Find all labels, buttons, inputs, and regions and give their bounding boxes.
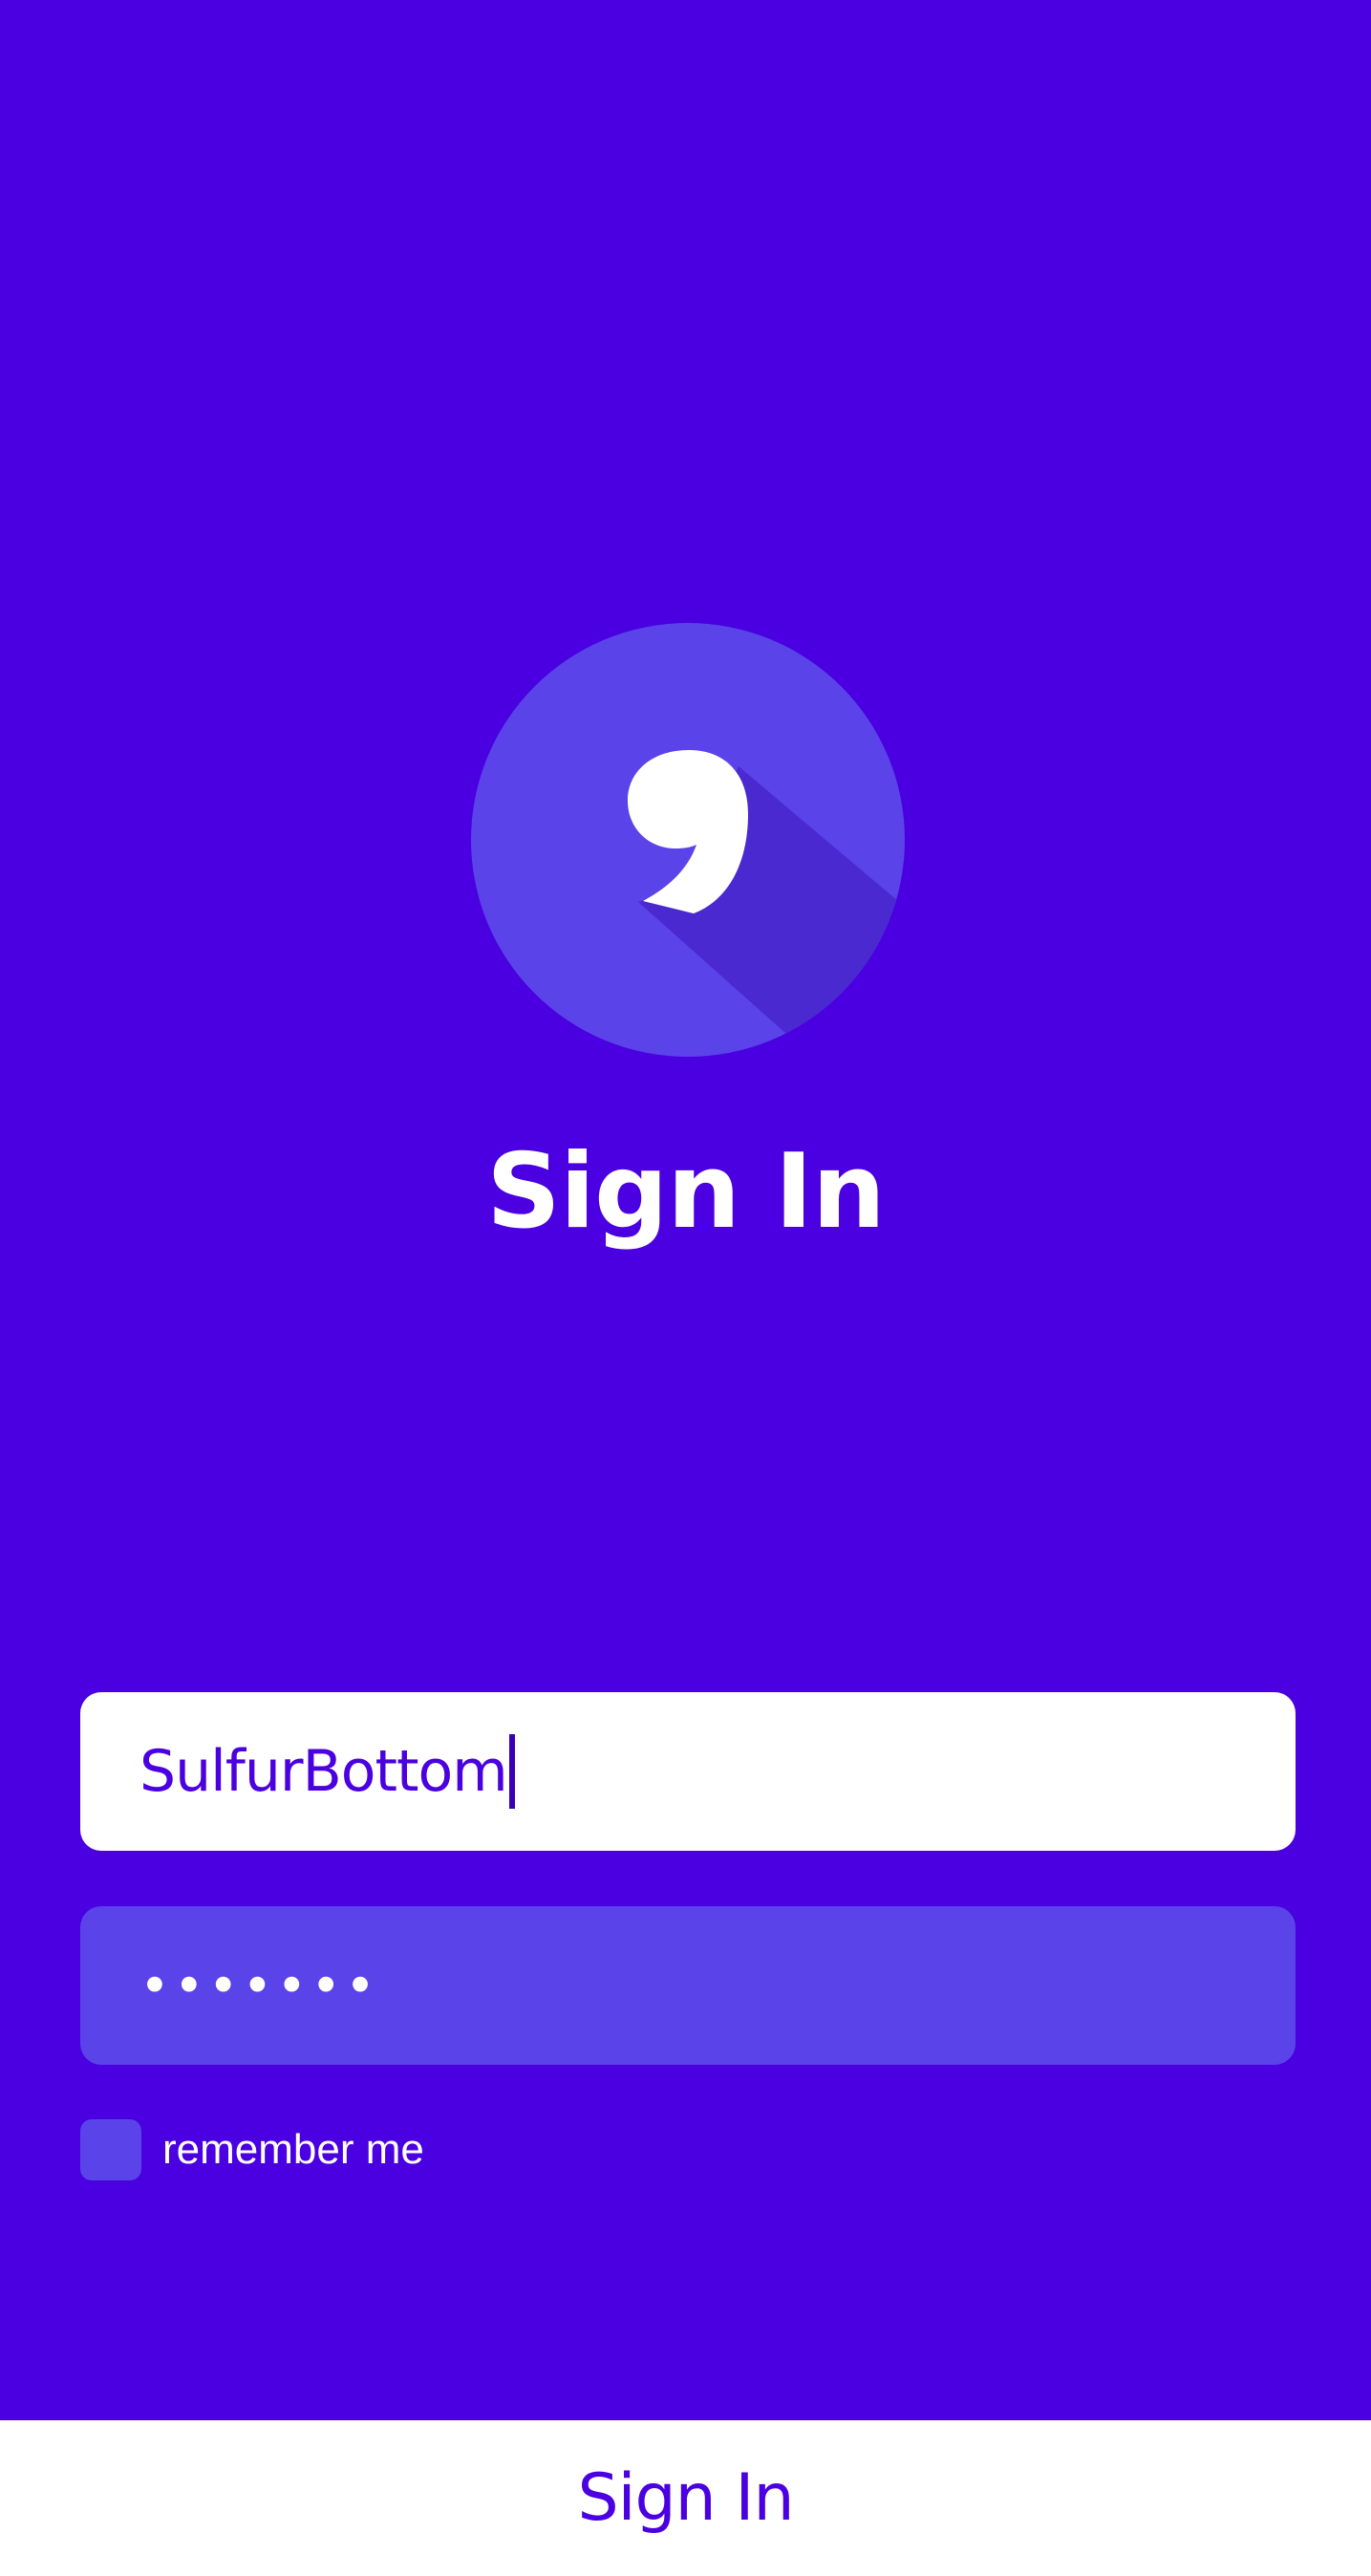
remember-me-label: remember me	[162, 2126, 424, 2173]
comma-logo-icon	[471, 623, 905, 1057]
username-value: SulfurBottom	[139, 1738, 508, 1805]
remember-me-checkbox[interactable]	[80, 2119, 141, 2180]
sign-in-button-label: Sign In	[577, 2460, 794, 2536]
sign-in-screen: Sign In SulfurBottom ••••••• remember me…	[0, 0, 1371, 2576]
sign-in-button[interactable]: Sign In	[0, 2420, 1371, 2576]
password-value: •••••••	[139, 1955, 379, 2016]
username-field[interactable]: SulfurBottom	[80, 1692, 1296, 1851]
password-field[interactable]: •••••••	[80, 1906, 1296, 2065]
remember-me-option[interactable]: remember me	[80, 2119, 424, 2180]
page-title: Sign In	[486, 1132, 886, 1252]
text-caret	[508, 1734, 515, 1809]
